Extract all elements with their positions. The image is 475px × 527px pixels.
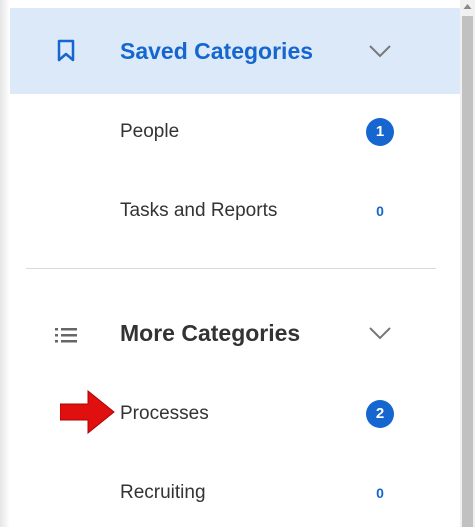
count-badge: 2 bbox=[366, 400, 394, 428]
scroll-up-arrow-icon[interactable] bbox=[460, 0, 475, 14]
category-label: Processes bbox=[120, 403, 209, 424]
category-item-people[interactable]: People 1 bbox=[10, 112, 460, 152]
more-categories-title: More Categories bbox=[120, 320, 301, 346]
count-badge: 0 bbox=[376, 485, 384, 501]
category-item-tasks-and-reports[interactable]: Tasks and Reports 0 bbox=[10, 191, 460, 231]
red-arrow-annotation bbox=[60, 390, 115, 434]
scrollbar-thumb[interactable] bbox=[462, 16, 473, 527]
chevron-down-icon[interactable] bbox=[368, 326, 392, 340]
category-item-recruiting[interactable]: Recruiting 0 bbox=[10, 473, 460, 513]
bookmark-icon bbox=[57, 39, 75, 62]
vertical-scrollbar[interactable] bbox=[460, 0, 475, 527]
panel-edge bbox=[0, 0, 10, 527]
count-badge: 0 bbox=[376, 203, 384, 219]
chevron-down-icon[interactable] bbox=[368, 44, 392, 58]
section-divider bbox=[26, 268, 436, 269]
more-categories-header[interactable]: More Categories bbox=[10, 290, 460, 376]
count-badge: 1 bbox=[366, 118, 394, 146]
category-label: People bbox=[120, 121, 180, 142]
categories-panel: Saved Categories People 1 Tasks and Repo… bbox=[0, 0, 460, 527]
category-label: Tasks and Reports bbox=[120, 200, 278, 221]
list-icon bbox=[55, 328, 77, 343]
category-label: Recruiting bbox=[120, 482, 206, 503]
saved-categories-title: Saved Categories bbox=[120, 38, 314, 64]
saved-categories-header[interactable]: Saved Categories bbox=[10, 8, 460, 94]
